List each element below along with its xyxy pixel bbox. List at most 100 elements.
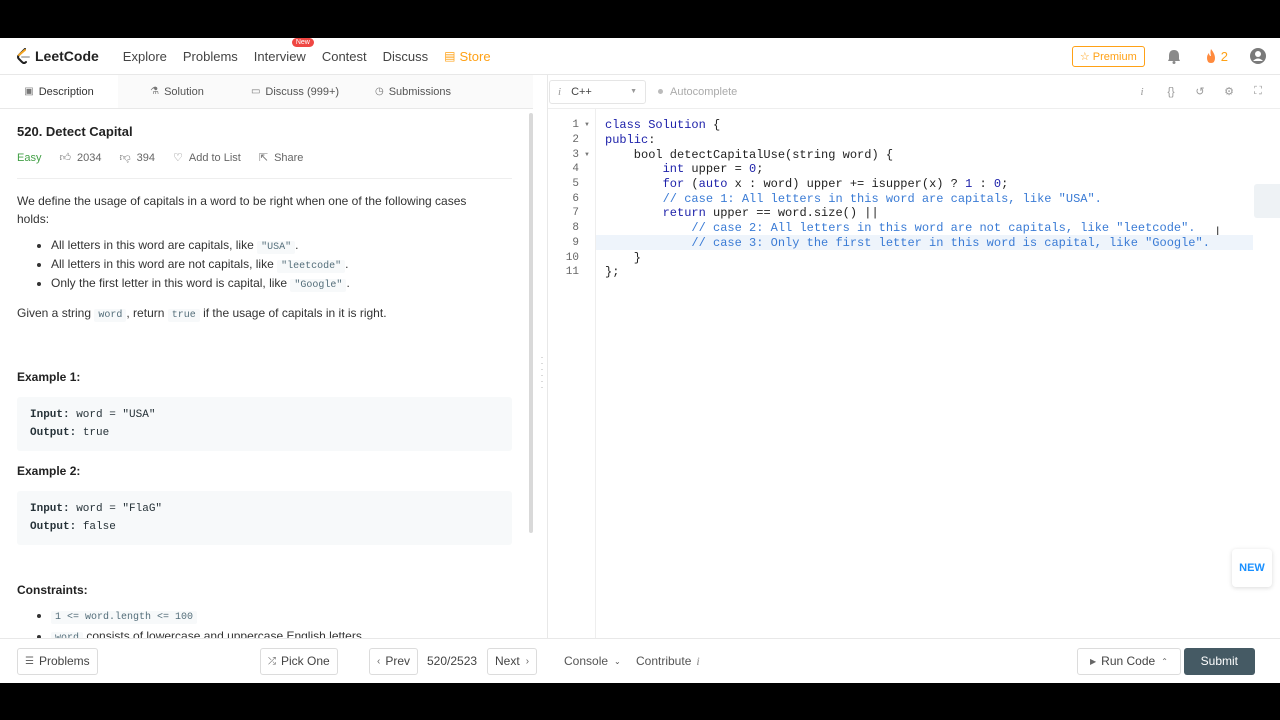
bell-icon[interactable] (1167, 49, 1181, 64)
example2-title: Example 2: (17, 464, 81, 478)
code-editor-panel: i C++ ▼ Autocomplete i {} ↺ ⚙ ⛶ 1 ▼ 2 3 … (547, 75, 1280, 638)
next-button[interactable]: Next › (487, 647, 538, 675)
add-to-list-button[interactable]: ♡ Add to List (173, 151, 241, 165)
list-item: All letters in this word are capitals, l… (51, 237, 516, 256)
tab-submissions-label: Submissions (388, 85, 452, 98)
clock-icon: ◷ (374, 86, 384, 97)
nav-explore[interactable]: Explore (123, 49, 167, 64)
new-feature-button[interactable]: NEW (1232, 549, 1272, 587)
reset-icon[interactable]: ↺ (1194, 85, 1206, 98)
description-icon: ▣ (24, 86, 34, 97)
like-button[interactable]: 👍︎ 2034 (59, 151, 101, 165)
submit-button[interactable]: Submit (1183, 647, 1255, 675)
add-to-list-label: Add to List (188, 151, 241, 164)
tab-description-label: Description (38, 85, 94, 98)
braces-icon[interactable]: {} (1165, 86, 1177, 98)
contribute-link[interactable]: Contribute i (636, 654, 700, 669)
info-icon[interactable]: i (1136, 86, 1148, 98)
premium-label: Premium (1092, 50, 1137, 63)
description-scrollbar[interactable] (529, 113, 533, 533)
description-panel: ▣ Description ⚗ Solution ▭ Discuss (999+… (0, 75, 533, 638)
line-number: 5 (572, 178, 579, 190)
inline-code: word (94, 309, 127, 322)
language-select[interactable]: i C++ ▼ (549, 79, 646, 104)
console-label: Console (564, 654, 609, 668)
caret-down-icon: ▼ (630, 88, 637, 95)
user-icon (1253, 51, 1263, 61)
problems-button[interactable]: ☰ Problems (17, 647, 98, 675)
run-code-label: Run Code (1101, 654, 1156, 668)
prev-label: Prev (385, 654, 411, 668)
line-number: 4 (572, 163, 579, 175)
store-icon: ▤ (444, 49, 456, 63)
pick-one-button[interactable]: ⤮ Pick One (260, 647, 338, 675)
tab-description[interactable]: ▣ Description (0, 75, 118, 108)
inline-code: "Google" (290, 279, 347, 292)
example2-block: Input: word = "FlaG" Output: false (17, 491, 512, 545)
input-label: Input: (30, 409, 70, 421)
line-number: 8 (572, 222, 579, 234)
case-text: Only the first letter in this word is ca… (51, 276, 291, 290)
tab-solution[interactable]: ⚗ Solution (118, 75, 236, 108)
line-gutter: 1 ▼ 2 3 ▼ 4 5 6 7 8 9 10 11 (548, 109, 596, 638)
pick-one-label: Pick One (281, 654, 330, 668)
line-number: 7 (572, 207, 579, 219)
case-tail: . (346, 276, 350, 290)
inline-code: true (167, 309, 200, 322)
share-icon: ⇱ (258, 152, 269, 164)
nav-interview[interactable]: Interview New (253, 38, 314, 64)
info-icon: i (558, 85, 562, 98)
inline-code: "leetcode" (277, 260, 346, 273)
fold-arrow-icon[interactable]: ▼ (584, 122, 590, 128)
case-tail: . (345, 257, 349, 271)
fullscreen-icon[interactable]: ⛶ (1252, 85, 1264, 98)
leetcode-window: LeetCode Explore Problems Interview New … (0, 38, 1280, 683)
share-button[interactable]: ⇱ Share (258, 151, 304, 165)
code-line: // case 2: All letters in this word are … (691, 221, 1196, 235)
example1-output: Output: true (30, 424, 499, 442)
problem-tabs: ▣ Description ⚗ Solution ▭ Discuss (999+… (0, 75, 533, 109)
streak-counter[interactable]: 2 (1205, 48, 1228, 64)
problem-title: 520. Detect Capital (17, 124, 133, 139)
premium-button[interactable]: ☆ Premium (1071, 45, 1145, 67)
line-number: 3 (572, 149, 579, 161)
settings-icon[interactable]: ⚙ (1223, 85, 1235, 98)
output-label: Output: (30, 427, 77, 439)
line-number: 1 (572, 119, 579, 131)
problem-meta: Easy 👍︎ 2034 👎︎ 394 ♡ Add to List ⇱ Shar… (17, 151, 512, 179)
next-label: Next (495, 654, 520, 668)
tab-discuss[interactable]: ▭ Discuss (999+) (236, 75, 354, 108)
example2-output: Output: false (30, 518, 499, 536)
side-panel-tab[interactable] (1254, 184, 1280, 218)
tab-solution-label: Solution (164, 85, 204, 98)
problem-intro: We define the usage of capitals in a wor… (17, 194, 467, 226)
constraint-text: consists of lowercase and uppercase Engl… (83, 629, 366, 638)
console-toggle[interactable]: Console ⌄ (564, 654, 621, 668)
nav-contest[interactable]: Contest (322, 49, 367, 64)
case-text: All letters in this word are not capital… (51, 257, 278, 271)
autocomplete-label: Autocomplete (670, 85, 738, 98)
description-content: 520. Detect Capital Easy 👍︎ 2034 👎︎ 394 … (0, 109, 533, 638)
autocomplete-toggle[interactable]: Autocomplete (658, 86, 737, 98)
code-line: } (605, 251, 642, 265)
logo-text: LeetCode (35, 48, 99, 64)
nav-problems[interactable]: Problems (183, 49, 238, 64)
toggle-dot (658, 89, 663, 94)
fold-arrow-icon[interactable]: ▼ (584, 152, 590, 158)
share-label: Share (274, 151, 304, 164)
contribute-label: Contribute (636, 654, 692, 668)
nav-discuss[interactable]: Discuss (383, 49, 429, 64)
dislike-button[interactable]: 👎︎ 394 (119, 151, 155, 165)
input-value: word = "FlaG" (69, 503, 163, 515)
tab-submissions[interactable]: ◷ Submissions (354, 75, 472, 108)
prev-button[interactable]: ‹ Prev (369, 647, 419, 675)
run-code-button[interactable]: ▶ Run Code ⌃ (1077, 647, 1181, 675)
panel-splitter-handle[interactable]: · · · · · · (537, 353, 547, 392)
code-area[interactable]: 1 ▼ 2 3 ▼ 4 5 6 7 8 9 10 11 class Soluti… (548, 109, 1280, 638)
tab-discuss-label: Discuss (999+) (265, 85, 340, 98)
avatar[interactable] (1250, 48, 1266, 64)
nav-interview-label: Interview (253, 48, 306, 64)
nav-store[interactable]: ▤ Store (444, 49, 490, 64)
leetcode-logo[interactable]: LeetCode (16, 47, 99, 65)
list-item: 1 <= word.length <= 100 (51, 606, 516, 627)
